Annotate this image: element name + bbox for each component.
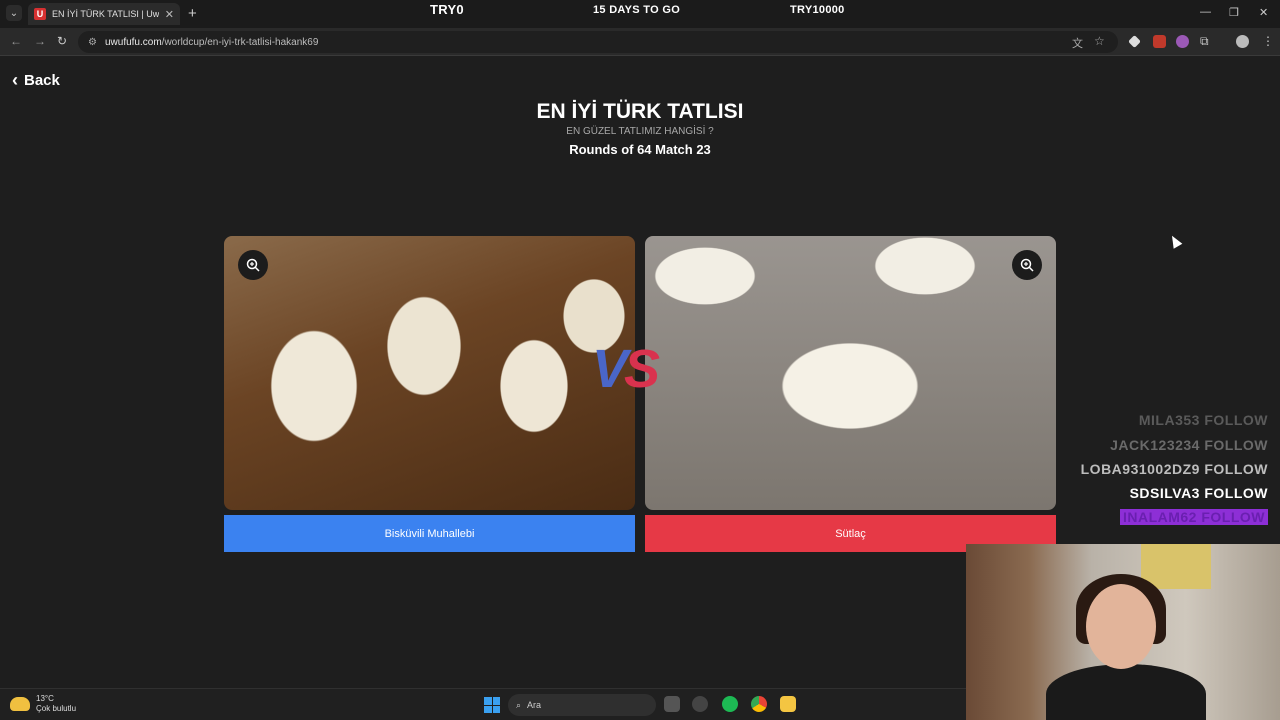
windows-taskbar: 13°C Çok bulutlu ⌕ Ara <box>0 688 966 720</box>
extension-red-icon[interactable] <box>1153 35 1166 48</box>
translate-icon[interactable]: 文 <box>1072 35 1083 51</box>
restore-icon[interactable]: ❐ <box>1229 6 1239 19</box>
mouse-cursor-icon <box>1167 233 1183 249</box>
browser-toolbar: ← → ↻ ⚙ uwufufu.com/worldcup/en-iyi-trk-… <box>0 28 1280 56</box>
follow-alert-5: INALAM62 FOLLOW <box>1119 509 1268 525</box>
tab-title: EN İYİ TÜRK TATLISI | UwUFUFU <box>52 9 159 19</box>
taskbar-search[interactable]: ⌕ Ara <box>508 694 656 716</box>
follow-alert-4: SDSILVA3 FOLLOW <box>1129 485 1268 501</box>
url-path: /worldcup/en-iyi-trk-tatlisi-hakank69 <box>161 36 319 48</box>
chevron-left-icon: ‹ <box>12 70 18 90</box>
wall-poster <box>1141 544 1211 589</box>
page-subtitle: EN GÜZEL TATLIMIZ HANGİSİ ? <box>566 126 714 137</box>
vs-badge: VS <box>592 338 660 400</box>
extensions-puzzle-icon[interactable]: ⧉ <box>1200 34 1209 49</box>
more-menu-icon[interactable]: ⋮ <box>1262 34 1274 48</box>
profile-avatar-icon[interactable] <box>1236 35 1249 48</box>
right-choice-image[interactable] <box>645 236 1056 510</box>
extension-purple-icon[interactable] <box>1176 35 1189 48</box>
search-placeholder: Ara <box>527 700 542 710</box>
file-explorer-icon[interactable] <box>780 696 796 712</box>
left-choice-button[interactable]: Bisküvili Muhallebi <box>224 515 635 552</box>
address-bar[interactable]: ⚙ uwufufu.com/worldcup/en-iyi-trk-tatlis… <box>78 31 1118 53</box>
cloud-icon <box>10 697 30 711</box>
task-view-icon[interactable] <box>664 696 680 712</box>
site-info-icon[interactable]: ⚙ <box>88 37 97 48</box>
chrome-icon[interactable] <box>751 696 767 712</box>
streamer-face <box>1086 584 1156 669</box>
overlay-left-counter: TRY0 <box>430 2 464 17</box>
follow-alert-3: LOBA931002DZ9 FOLLOW <box>1080 461 1268 477</box>
reload-icon[interactable]: ↻ <box>57 34 67 48</box>
zoom-in-right-icon[interactable] <box>1012 250 1042 280</box>
vs-letter-s: S <box>624 339 660 399</box>
browser-tab-bar: ⌄ U EN İYİ TÜRK TATLISI | UwUFUFU ✕ + TR… <box>0 0 1280 28</box>
overlay-right-goal: TRY10000 <box>790 4 845 16</box>
new-tab-button[interactable]: + <box>188 5 197 22</box>
extension-diamond-icon[interactable] <box>1128 35 1141 48</box>
back-button[interactable]: ‹ Back <box>12 70 60 91</box>
forward-nav-icon[interactable]: → <box>34 34 46 48</box>
close-window-icon[interactable]: ✕ <box>1259 6 1268 19</box>
vs-letter-v: V <box>592 339 628 399</box>
weather-widget[interactable]: 13°C Çok bulutlu <box>10 694 76 714</box>
url-host: uwufufu.com <box>104 36 162 48</box>
tab-search-menu-icon[interactable]: ⌄ <box>6 5 22 21</box>
minimize-icon[interactable]: — <box>1200 6 1211 18</box>
spotify-icon[interactable] <box>722 696 738 712</box>
webcam-feed <box>966 544 1280 720</box>
overlay-countdown: 15 DAYS TO GO <box>593 4 681 16</box>
page-title: EN İYİ TÜRK TATLISI <box>536 100 744 123</box>
steam-icon[interactable] <box>692 696 708 712</box>
favicon-icon: U <box>34 8 46 20</box>
back-nav-icon[interactable]: ← <box>10 34 22 48</box>
follow-alert-2: JACK123234 FOLLOW <box>1110 437 1268 453</box>
round-indicator: Rounds of 64 Match 23 <box>569 142 711 157</box>
browser-tab[interactable]: U EN İYİ TÜRK TATLISI | UwUFUFU ✕ <box>28 3 180 25</box>
left-choice-image[interactable] <box>224 236 635 510</box>
weather-temperature: 13°C <box>36 694 54 703</box>
close-tab-icon[interactable]: ✕ <box>165 8 174 21</box>
zoom-in-left-icon[interactable] <box>238 250 268 280</box>
bookmark-star-icon[interactable]: ☆ <box>1094 34 1105 48</box>
follow-alert-1: MILA353 FOLLOW <box>1138 412 1268 428</box>
windows-start-icon[interactable] <box>484 697 500 713</box>
streamer-body <box>1046 664 1206 720</box>
back-label: Back <box>24 72 60 89</box>
weather-condition: Çok bulutlu <box>36 704 77 713</box>
search-icon: ⌕ <box>516 699 522 710</box>
